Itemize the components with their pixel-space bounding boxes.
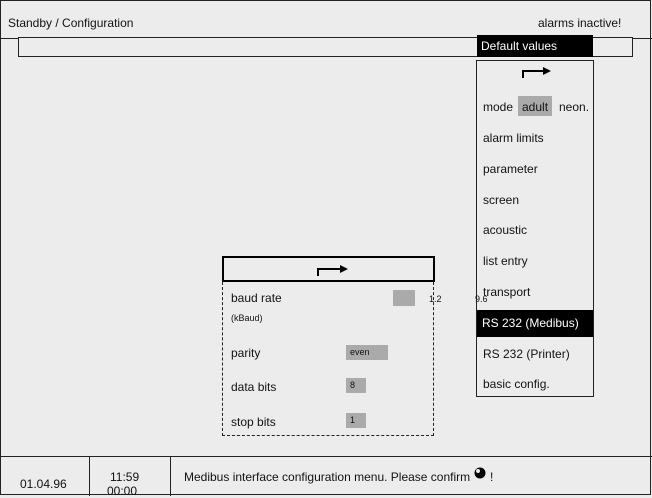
menu-item-basic-config[interactable]: basic config.	[483, 377, 550, 391]
mode-option-neon[interactable]: neon.	[559, 100, 589, 114]
parity-value[interactable]: even	[346, 345, 388, 360]
mode-option-adult[interactable]: adult	[522, 100, 548, 114]
baud-rate-option-1-2[interactable]: 1.2	[429, 294, 442, 304]
baud-rate-option-9-6[interactable]: 9.6	[475, 294, 488, 304]
status-message-suffix: !	[490, 470, 494, 484]
alarm-status: alarms inactive!	[538, 16, 622, 30]
return-arrow-icon[interactable]	[316, 263, 350, 277]
menu-item-transport[interactable]: transport	[483, 285, 530, 299]
baud-rate-label: baud rate	[231, 291, 282, 305]
menu-item-screen[interactable]: screen	[483, 193, 519, 207]
status-separator	[170, 456, 171, 496]
status-divider	[0, 456, 652, 457]
confirm-knob-icon	[474, 467, 486, 479]
menu-item-list-entry[interactable]: list entry	[483, 254, 528, 268]
menu-item-parameter[interactable]: parameter	[483, 162, 538, 176]
return-arrow-icon[interactable]	[520, 66, 552, 80]
stop-bits-label: stop bits	[231, 415, 276, 429]
baud-rate-selector[interactable]	[393, 290, 415, 306]
parity-label: parity	[231, 346, 261, 360]
menu-item-rs232-printer[interactable]: RS 232 (Printer)	[483, 347, 570, 361]
status-separator	[89, 456, 90, 496]
menu-item-acoustic[interactable]: acoustic	[483, 223, 527, 237]
dialog-header[interactable]	[222, 256, 435, 282]
data-bits-label: data bits	[231, 380, 277, 394]
baud-rate-unit: (kBaud)	[231, 313, 263, 323]
data-bits-value[interactable]: 8	[346, 378, 366, 393]
page-title: Standby / Configuration	[8, 16, 134, 30]
stop-bits-value[interactable]: 1	[346, 413, 366, 428]
status-message: Medibus interface configuration menu. Pl…	[184, 470, 471, 484]
status-date: 01.04.96	[20, 477, 67, 491]
menu-title: Default values	[477, 35, 593, 57]
mode-label: mode	[483, 100, 514, 114]
menu-item-alarm-limits[interactable]: alarm limits	[483, 131, 544, 145]
menu-item-rs232-medibus[interactable]: RS 232 (Medibus)	[477, 310, 593, 337]
status-time: 11:59	[110, 470, 140, 484]
